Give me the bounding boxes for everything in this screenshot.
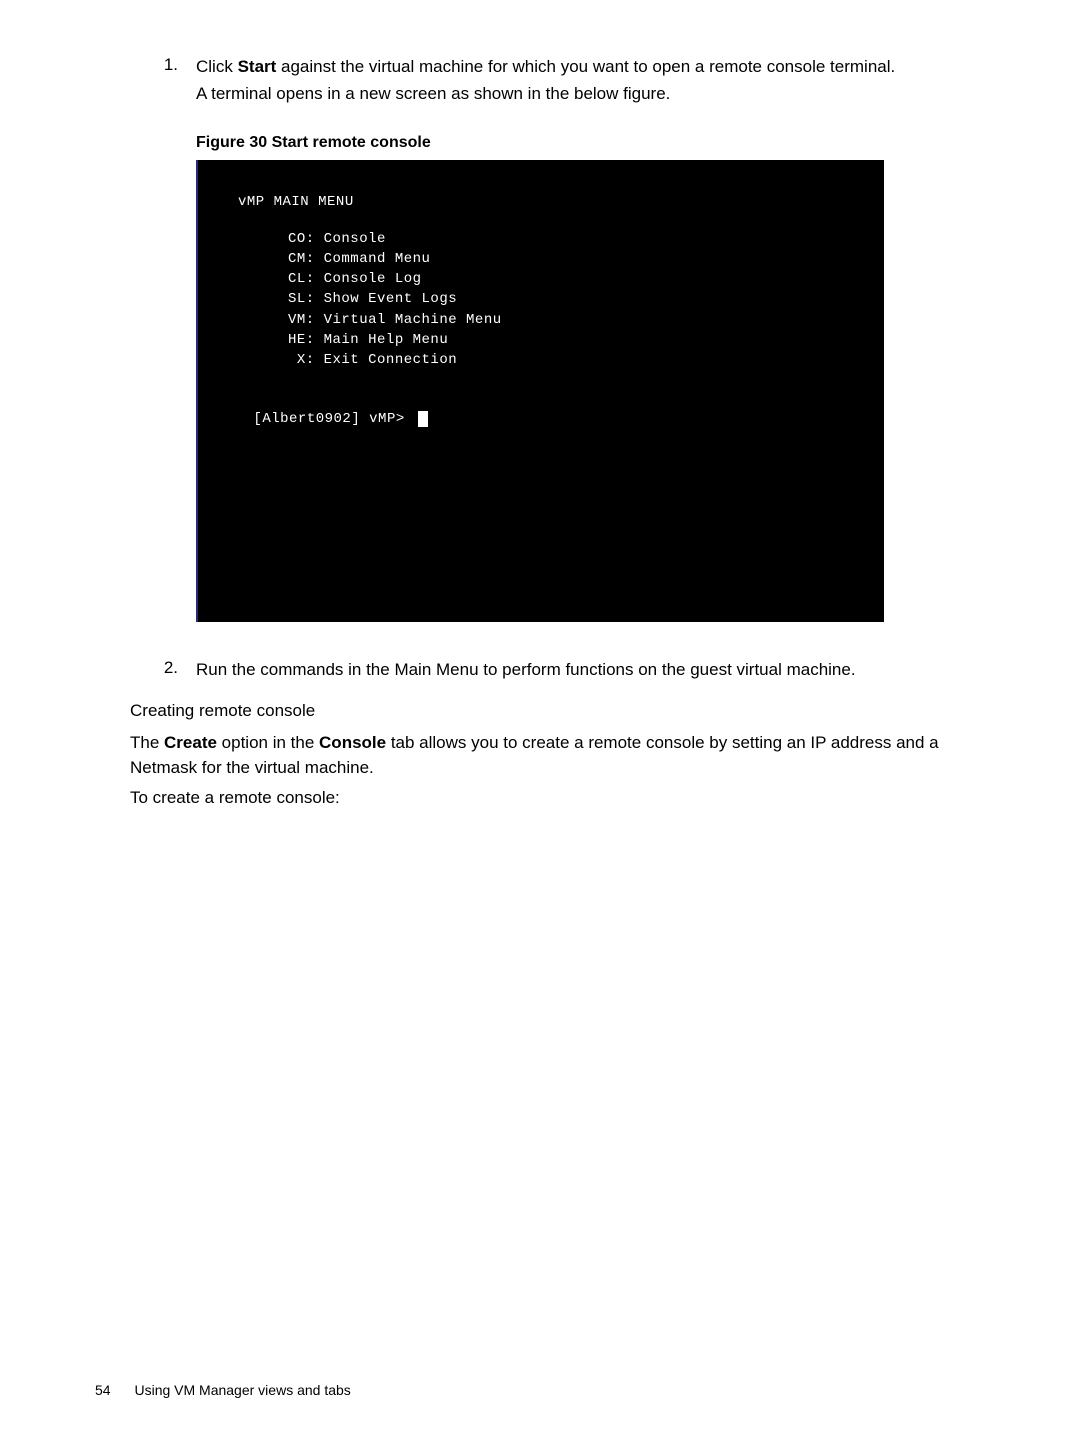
step-text-line2: A terminal opens in a new screen as show…: [196, 82, 895, 107]
section-title: Using VM Manager views and tabs: [134, 1382, 350, 1398]
para-text: The: [130, 733, 164, 752]
step-number: 2.: [130, 658, 196, 683]
step-2: 2. Run the commands in the Main Menu to …: [130, 658, 985, 683]
para-text: option in the: [217, 733, 319, 752]
create-keyword: Create: [164, 733, 217, 752]
terminal-menu-line: CL: Console Log: [288, 269, 884, 289]
cursor-icon: [418, 411, 428, 427]
paragraph: The Create option in the Console tab all…: [130, 731, 985, 780]
paragraph: To create a remote console:: [130, 786, 985, 811]
terminal-prompt: [Albert0902] vMP>: [200, 389, 884, 450]
step-text: against the virtual machine for which yo…: [276, 57, 895, 76]
step-body: Run the commands in the Main Menu to per…: [196, 658, 856, 683]
terminal-menu-line: CO: Console: [288, 229, 884, 249]
sub-heading: Creating remote console: [130, 701, 985, 721]
terminal-menu-line: X: Exit Connection: [288, 350, 884, 370]
figure-caption: Figure 30 Start remote console: [196, 134, 985, 152]
start-keyword: Start: [238, 57, 277, 76]
step-body: Click Start against the virtual machine …: [196, 55, 895, 106]
terminal-screenshot: vMP MAIN MENU CO: Console CM: Command Me…: [196, 160, 884, 622]
step-text: Run the commands in the Main Menu to per…: [196, 660, 856, 679]
terminal-menu-line: VM: Virtual Machine Menu: [288, 310, 884, 330]
console-keyword: Console: [319, 733, 386, 752]
terminal-menu-line: SL: Show Event Logs: [288, 289, 884, 309]
page-footer: 54 Using VM Manager views and tabs: [95, 1382, 351, 1398]
prompt-text: [Albert0902] vMP>: [253, 411, 413, 427]
step-text: Click: [196, 57, 238, 76]
terminal-menu-line: HE: Main Help Menu: [288, 330, 884, 350]
page-number: 54: [95, 1382, 111, 1398]
step-1: 1. Click Start against the virtual machi…: [130, 55, 985, 106]
step-number: 1.: [130, 55, 196, 106]
terminal-title: vMP MAIN MENU: [238, 192, 884, 212]
page-content: 1. Click Start against the virtual machi…: [0, 0, 1080, 1438]
terminal-menu-line: CM: Command Menu: [288, 249, 884, 269]
